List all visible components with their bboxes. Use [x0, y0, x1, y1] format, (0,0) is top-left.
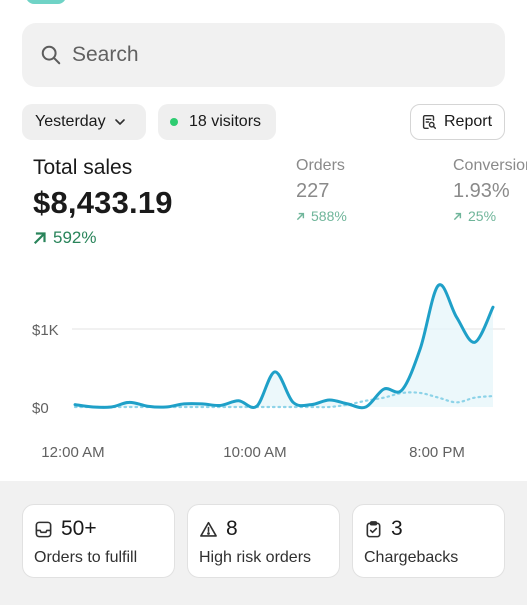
orders-to-fulfill-count: 50+	[61, 517, 97, 540]
high-risk-orders-label: High risk orders	[199, 549, 312, 566]
date-range-button[interactable]: Yesterday	[22, 104, 146, 140]
chargebacks-card[interactable]: 3 Chargebacks	[352, 504, 505, 578]
y-tick-label: $1K	[32, 322, 59, 339]
x-tick-label: 12:00 AM	[41, 444, 104, 461]
search-input[interactable]: Search	[22, 23, 505, 87]
conversion-delta: 25%	[453, 208, 527, 224]
live-status-dot	[170, 118, 178, 126]
orders-label: Orders	[296, 157, 345, 174]
arrow-up-right-icon	[296, 212, 305, 220]
inbox-icon	[35, 521, 52, 537]
total-sales-label: Total sales	[33, 156, 133, 179]
orders-metric[interactable]: Orders 227 588%	[296, 157, 347, 224]
search-placeholder: Search	[72, 43, 139, 66]
alert-triangle-icon	[200, 521, 217, 537]
orders-delta-value: 588%	[311, 208, 347, 224]
search-icon	[41, 45, 61, 65]
total-sales-metric[interactable]: Total sales $8,433.19 592%	[33, 156, 173, 248]
conversion-value: 1.93%	[453, 180, 510, 202]
chevron-down-icon	[114, 119, 125, 125]
sales-chart[interactable]: $1K $0 12:00 AM 10:00 AM 8:00 PM	[0, 240, 527, 480]
orders-to-fulfill-label: Orders to fulfill	[34, 549, 138, 566]
x-tick-label: 10:00 AM	[223, 444, 286, 461]
orders-delta: 588%	[296, 208, 347, 224]
high-risk-orders-card[interactable]: 8 High risk orders	[187, 504, 340, 578]
clipboard-check-icon	[366, 520, 381, 537]
filter-bar: Yesterday 18 visitors Report	[22, 104, 505, 140]
orders-to-fulfill-card[interactable]: 50+ Orders to fulfill	[22, 504, 175, 578]
chargebacks-label: Chargebacks	[364, 549, 459, 566]
chargebacks-count: 3	[391, 517, 403, 540]
x-tick-label: 8:00 PM	[409, 444, 465, 461]
report-icon	[422, 114, 437, 130]
y-tick-label: $0	[32, 400, 49, 417]
live-visitors-button[interactable]: 18 visitors	[158, 104, 276, 140]
conversion-label: Conversion	[453, 157, 527, 174]
top-tab-indicator	[26, 0, 66, 4]
action-cards-section: 50+ Orders to fulfill 8 High risk orders…	[0, 481, 527, 605]
visitors-label: 18 visitors	[189, 113, 262, 130]
conversion-delta-value: 25%	[468, 208, 497, 224]
report-label: Report	[444, 113, 493, 130]
report-button[interactable]: Report	[410, 104, 505, 140]
total-sales-value: $8,433.19	[33, 185, 173, 220]
arrow-up-right-icon	[453, 212, 462, 220]
conversion-metric[interactable]: Conversion 1.93% 25%	[453, 157, 527, 224]
orders-value: 227	[296, 180, 330, 202]
date-range-label: Yesterday	[35, 113, 106, 130]
high-risk-orders-count: 8	[226, 517, 238, 540]
